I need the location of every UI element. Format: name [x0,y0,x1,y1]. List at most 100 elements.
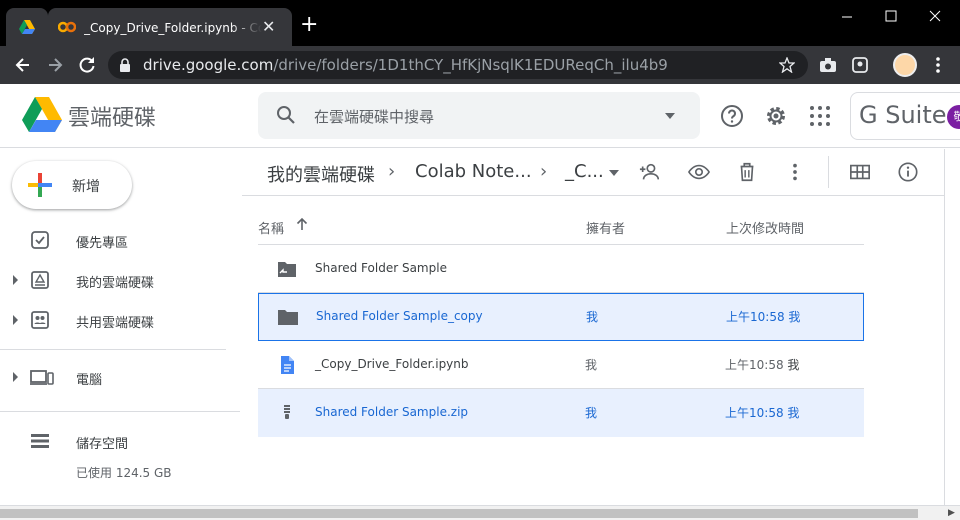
sidebar-item-shared-drives[interactable]: 共用雲端硬碟 [0,300,240,340]
modified-by: 我 [788,310,801,324]
breadcrumb-chevron-icon: › [388,161,396,182]
settings-gear-icon[interactable] [764,104,788,128]
storage-icon [31,434,49,448]
sidebar-item-label: 儲存空間 [76,437,129,452]
preview-eye-icon[interactable] [688,161,710,183]
modified-time: 上午10:58 [725,358,784,372]
help-icon[interactable] [720,104,744,128]
file-owner: 我 [586,310,599,324]
file-modified: 上午10:58 我 [725,356,799,373]
shortcut-folder-icon [278,262,296,277]
my-drive-icon [31,271,49,289]
folder-menu-chevron-down-icon[interactable] [608,169,620,177]
scrollbar-thumb[interactable] [0,509,918,518]
info-icon[interactable] [897,161,919,183]
shared-drives-icon [31,311,49,329]
search-input[interactable]: 在雲端硬碟中搜尋 [258,92,700,139]
new-button[interactable]: 新增 [12,161,132,209]
modified-time: 上午10:58 [725,406,784,420]
sidebar-item-label: 優先專區 [76,236,129,251]
account-avatar[interactable]: 敬 [947,105,960,129]
camera-icon[interactable] [818,55,838,75]
sidebar-item-priority[interactable]: 優先專區 [0,220,240,260]
scroll-right-icon[interactable]: ▶ [948,508,955,518]
new-tab-icon[interactable]: + [300,14,318,36]
address-path: /drive/folders/1D1thCY_HfKjNsqlK1EDUReqC… [273,56,668,74]
file-name: Shared Folder Sample_copy [316,309,483,323]
main-panel-border [944,149,945,505]
search-placeholder: 在雲端硬碟中搜尋 [314,108,435,126]
sidebar-item-storage[interactable]: 儲存空間 [0,421,240,461]
horizontal-scrollbar[interactable]: ◀ ▶ [0,505,960,520]
modified-by: 我 [787,358,800,372]
sidebar-item-computers[interactable]: 電腦 [0,357,240,397]
share-add-person-icon[interactable] [639,161,661,183]
breadcrumb-colab-notebooks[interactable]: Colab Note... [415,161,532,182]
browser-tab-strip: _Copy_Drive_Folder.ipynb - Colab ✕ + [0,0,960,46]
zip-archive-icon [284,405,290,419]
app-name[interactable]: 雲端硬碟 [68,100,156,132]
more-actions-icon[interactable] [784,161,806,183]
new-button-label: 新增 [72,179,100,195]
file-owner: 我 [585,358,598,372]
profile-avatar[interactable] [893,53,917,77]
priority-check-icon [31,231,49,249]
drive-header: 雲端硬碟 在雲端硬碟中搜尋 G Suite 敬 [0,84,960,148]
breadcrumb-my-drive[interactable]: 我的雲端硬碟 [267,161,375,187]
drive-tab[interactable] [6,8,48,46]
window-close-icon[interactable] [928,9,942,23]
storage-used-text: 已使用 124.5 GB [76,466,172,480]
expand-arrow-icon[interactable] [13,372,18,382]
drive-favicon-icon [19,20,35,34]
grid-view-icon[interactable] [849,161,871,183]
trash-icon[interactable] [736,161,758,183]
modified-time: 上午10:58 [726,310,785,324]
toolbar-divider [828,156,829,188]
file-row[interactable]: Shared Folder Sample.zip 我 上午10:58 我 [258,389,864,437]
column-header-owner[interactable]: 擁有者 [586,218,625,237]
back-icon[interactable] [13,55,33,75]
breadcrumb-divider [242,195,944,196]
extension-icon[interactable] [850,55,870,75]
tab-close-icon[interactable]: ✕ [262,19,275,35]
breadcrumb: 我的雲端硬碟 › Colab Note... › _C... [258,149,944,195]
gsuite-account-button[interactable]: G Suite 敬 [850,92,960,140]
file-owner: 我 [585,406,598,420]
column-header-name[interactable]: 名稱 [258,218,284,237]
expand-arrow-icon[interactable] [13,315,18,325]
colab-favicon-icon [58,21,76,33]
modified-by: 我 [787,406,800,420]
chrome-menu-icon[interactable] [928,55,948,75]
browser-toolbar: drive.google.com/drive/folders/1D1thCY_H… [0,46,960,84]
bookmark-star-icon[interactable] [779,57,795,73]
file-modified: 上午10:58 我 [725,404,799,421]
folder-icon [278,310,298,325]
search-options-icon[interactable] [664,112,676,120]
file-row[interactable]: Shared Folder Sample_copy 我 上午10:58 我 [258,293,864,341]
apps-grid-icon[interactable] [808,104,832,128]
breadcrumb-chevron-icon: › [540,161,548,182]
file-name: Shared Folder Sample.zip [315,405,469,419]
file-row[interactable]: _Copy_Drive_Folder.ipynb 我 上午10:58 我 [258,341,864,389]
sidebar-item-label: 共用雲端硬碟 [76,316,155,331]
file-row[interactable]: Shared Folder Sample [258,245,864,293]
minimize-icon[interactable] [840,10,854,24]
breadcrumb-current-folder[interactable]: _C... [565,161,604,182]
sidebar-divider [0,411,240,412]
drive-logo-icon[interactable] [22,97,62,133]
file-name: Shared Folder Sample [315,261,447,275]
sidebar-item-my-drive[interactable]: 我的雲端硬碟 [0,260,240,300]
sidebar-item-label: 我的雲端硬碟 [76,276,155,291]
maximize-icon[interactable] [884,9,898,23]
expand-arrow-icon[interactable] [13,275,18,285]
forward-icon[interactable] [45,55,65,75]
tab-title: _Copy_Drive_Folder.ipynb - Colab [84,21,262,35]
search-icon[interactable] [276,105,296,125]
column-header-modified[interactable]: 上次修改時間 [726,218,804,237]
sort-arrow-up-icon[interactable] [296,217,308,231]
address-bar[interactable]: drive.google.com/drive/folders/1D1thCY_H… [108,51,808,79]
file-modified: 上午10:58 我 [726,308,800,325]
gsuite-label: G Suite [859,101,947,129]
lock-icon [120,58,130,72]
reload-icon[interactable] [77,55,97,75]
